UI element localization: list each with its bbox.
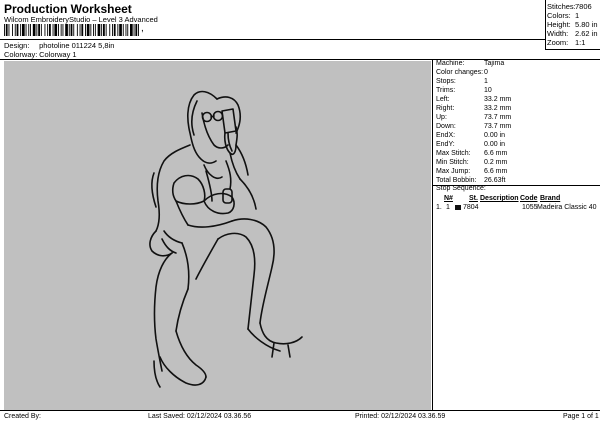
footer-created-by: Created By: — [4, 413, 41, 420]
barcode-end-mark: , — [141, 23, 144, 34]
design-preview-canvas — [4, 61, 431, 410]
row-index: 1. — [436, 204, 442, 211]
footer-page-number: Page 1 of 1 — [563, 413, 599, 420]
colorway-row: Colorway: Colorway 1 — [4, 50, 77, 59]
panel-divider — [432, 59, 433, 410]
col-stitches: St. — [469, 195, 478, 202]
worksheet-title: Production Worksheet — [4, 2, 132, 16]
col-brand: Brand — [540, 195, 561, 202]
col-code: Code — [520, 195, 538, 202]
header-divider — [0, 39, 545, 40]
colorway-value: Colorway 1 — [39, 50, 77, 59]
embroidery-outline-drawing — [149, 90, 303, 388]
design-value: photoline 011224 5,8in — [39, 41, 115, 50]
design-row: Design: photoline 011224 5,8in — [4, 41, 114, 50]
col-description: Description — [480, 195, 519, 202]
stop-sequence-title: Stop Sequence: — [436, 185, 486, 192]
stop-sequence-row: 1. 1 7804 1055 Madeira Classic 40 — [436, 204, 598, 214]
footer-printed: Printed: 02/12/2024 03.36.59 — [355, 413, 446, 420]
software-subtitle: Wilcom EmbroideryStudio – Level 3 Advanc… — [4, 15, 158, 24]
colorway-label: Colorway: — [4, 50, 38, 59]
col-needle: N# — [444, 195, 453, 202]
barcode — [4, 24, 139, 36]
row-stitches: 7804 — [463, 204, 479, 211]
row-brand: Madeira Classic 40 — [537, 204, 597, 211]
footer-last-saved: Last Saved: 02/12/2024 03.36.56 — [148, 413, 252, 420]
footer-divider — [0, 410, 600, 411]
row-needle: 1 — [446, 204, 450, 211]
design-label: Design: — [4, 41, 30, 50]
row-code: 1055 — [522, 204, 538, 211]
summary-bottom-border — [545, 49, 600, 50]
summary-left-border — [545, 0, 546, 49]
